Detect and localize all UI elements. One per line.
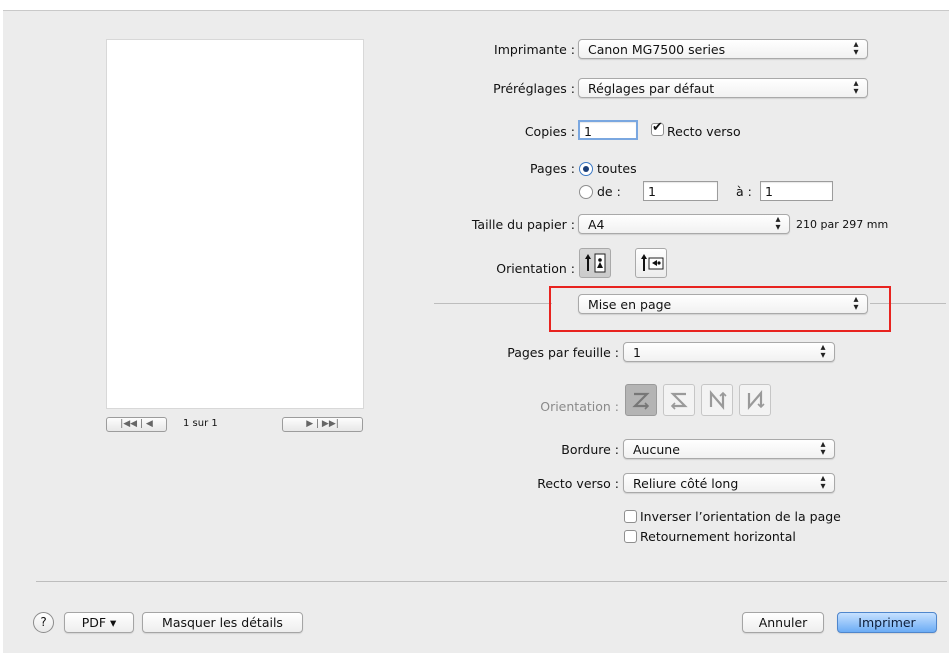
layout-direction-n-button <box>701 384 733 416</box>
updown-arrows-icon: ▴ ▾ <box>853 78 859 97</box>
updown-arrows-icon: ▴ ▾ <box>820 439 826 458</box>
updown-arrows-icon: ▴ ▾ <box>820 342 826 361</box>
pages-per-sheet-popup[interactable]: 1 ▴ ▾ <box>623 342 835 362</box>
pdf-menu-button[interactable]: PDF ▾ <box>64 612 134 633</box>
border-popup[interactable]: Aucune ▴ ▾ <box>623 439 835 459</box>
pages-to-field[interactable]: 1 <box>760 181 833 201</box>
portrait-orientation-button[interactable] <box>579 248 611 278</box>
printer-popup[interactable]: Canon MG7500 series ▴ ▾ <box>578 39 868 59</box>
preview-first-prev-buttons[interactable]: |◀◀ | ◀ <box>106 417 167 432</box>
paper-size-dims: 210 par 297 mm <box>796 218 889 231</box>
updown-arrows-icon: ▴ ▾ <box>853 39 859 58</box>
paper-size-popup[interactable]: A4 ▴ ▾ <box>578 214 790 234</box>
layout-direction-s-button <box>663 384 695 416</box>
landscape-orientation-button[interactable] <box>635 248 667 278</box>
preview-next-last-buttons[interactable]: ▶ | ▶▶| <box>282 417 363 432</box>
paper-size-value: A4 <box>588 217 605 232</box>
pages-to-value: 1 <box>765 184 773 199</box>
copies-label: Copies : <box>524 124 575 139</box>
cancel-button[interactable]: Annuler <box>742 612 824 633</box>
pages-all-label: toutes <box>597 161 637 176</box>
pages-range-radio[interactable] <box>579 185 593 199</box>
printer-value: Canon MG7500 series <box>588 42 726 57</box>
flip-horizontal-checkbox[interactable] <box>624 530 637 543</box>
reverse-z-direction-icon <box>670 392 688 410</box>
two-sided-popup[interactable]: Reliure côté long ▴ ▾ <box>623 473 835 493</box>
flip-horizontal-label: Retournement horizontal <box>640 529 796 544</box>
printer-label: Imprimante : <box>494 42 575 57</box>
two-sided-value: Reliure côté long <box>633 476 739 491</box>
z-direction-icon <box>632 392 650 410</box>
pages-label: Pages : <box>530 161 575 176</box>
layout-direction-label: Orientation : <box>540 399 619 414</box>
print-button[interactable]: Imprimer <box>837 612 937 633</box>
pages-from-field[interactable]: 1 <box>643 181 718 201</box>
portrait-icon <box>585 253 606 273</box>
hide-details-button[interactable]: Masquer les détails <box>142 612 303 633</box>
border-value: Aucune <box>633 442 680 457</box>
updown-arrows-icon: ▴ ▾ <box>820 473 826 492</box>
two-sided-label: Recto verso : <box>537 476 619 491</box>
pages-from-value: 1 <box>648 184 656 199</box>
copies-field[interactable]: 1 <box>578 120 638 140</box>
preview-page-indicator: 1 sur 1 <box>183 418 218 429</box>
reverse-orientation-label: Inverser l’orientation de la page <box>640 509 841 524</box>
vertical-n-direction-icon <box>709 390 727 410</box>
page-preview <box>106 39 364 409</box>
pages-per-sheet-value: 1 <box>633 345 641 360</box>
layout-direction-z-button <box>625 384 657 416</box>
pages-all-radio[interactable] <box>579 162 593 176</box>
presets-value: Réglages par défaut <box>588 81 715 96</box>
presets-label: Préréglages : <box>493 81 575 96</box>
footer-separator <box>36 581 947 582</box>
reverse-n-direction-icon <box>747 390 765 410</box>
pages-to-label: à : <box>736 184 752 199</box>
copies-value: 1 <box>584 124 592 139</box>
print-dialog: |◀◀ | ◀ 1 sur 1 ▶ | ▶▶| Imprimante : Can… <box>3 10 949 653</box>
reverse-orientation-checkbox[interactable] <box>624 510 637 523</box>
duplex-label: Recto verso <box>667 124 741 139</box>
pages-from-label: de : <box>597 184 621 199</box>
section-highlight-box <box>549 286 891 332</box>
duplex-checkbox[interactable] <box>651 120 664 136</box>
presets-popup[interactable]: Réglages par défaut ▴ ▾ <box>578 78 868 98</box>
border-label: Bordure : <box>561 442 619 457</box>
pages-per-sheet-label: Pages par feuille : <box>507 345 619 360</box>
paper-size-label: Taille du papier : <box>471 217 575 232</box>
updown-arrows-icon: ▴ ▾ <box>775 214 781 233</box>
orientation-label: Orientation : <box>496 261 575 276</box>
help-button[interactable]: ? <box>33 612 54 633</box>
layout-direction-n-reverse-button <box>739 384 771 416</box>
landscape-icon <box>641 254 664 271</box>
help-icon: ? <box>40 615 47 629</box>
section-separator-left <box>434 303 552 304</box>
